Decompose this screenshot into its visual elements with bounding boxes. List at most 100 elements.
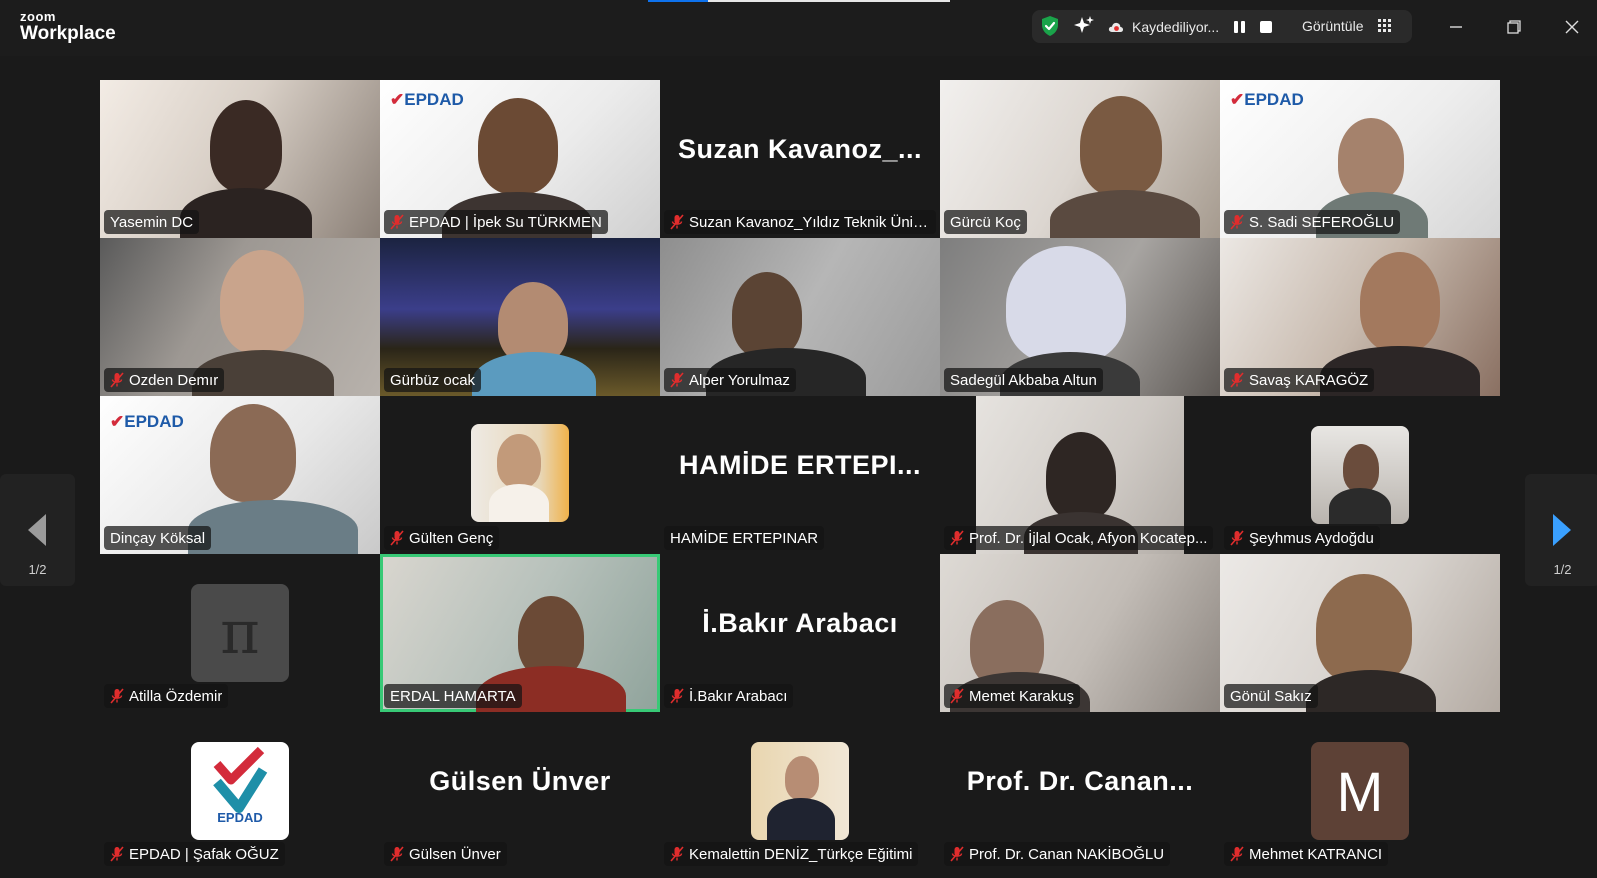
- chevron-left-icon: [28, 514, 46, 546]
- video-tile[interactable]: Gülten Genç: [380, 396, 660, 554]
- video-tile[interactable]: ✔EPDAD S. Sadi SEFEROĞLU: [1220, 80, 1500, 238]
- video-tile[interactable]: Gönül Sakız: [1220, 554, 1500, 712]
- shield-check-icon[interactable]: [1039, 15, 1061, 37]
- muted-mic-icon: [110, 688, 124, 704]
- video-tile[interactable]: Şeyhmus Aydoğdu: [1220, 396, 1500, 554]
- participant-name-tag: EPDAD | Şafak OĞUZ: [104, 842, 285, 866]
- next-page-button[interactable]: 1/2: [1525, 474, 1597, 586]
- participant-name-tag: Prof. Dr. İjlal Ocak, Afyon Kocatep...: [944, 526, 1214, 550]
- participant-name-tag: Mehmet KATRANCI: [1224, 842, 1389, 866]
- participant-avatar: [1311, 426, 1409, 524]
- epdad-logo-text: EPDAD: [217, 810, 263, 825]
- epdad-check-icon: [213, 746, 268, 813]
- participant-name-tag: Prof. Dr. Canan NAKİBOĞLU: [944, 842, 1171, 866]
- muted-mic-icon: [670, 214, 684, 230]
- participant-display-name: Suzan Kavanoz_...: [677, 134, 923, 164]
- video-tile[interactable]: π Atilla Özdemir: [100, 554, 380, 712]
- muted-mic-icon: [1230, 530, 1244, 546]
- video-tile[interactable]: Gürbüz ocak: [380, 238, 660, 396]
- video-tile[interactable]: Prof. Dr. İjlal Ocak, Afyon Kocatep...: [940, 396, 1220, 554]
- close-icon[interactable]: [1559, 14, 1585, 40]
- participant-name: Gülten Genç: [409, 529, 494, 547]
- ai-sparkle-icon[interactable]: [1072, 14, 1096, 38]
- video-tile[interactable]: Gürcü Koç: [940, 80, 1220, 238]
- participant-name-tag: Gönül Sakız: [1224, 684, 1318, 708]
- video-tile[interactable]: Prof. Dr. Canan... Prof. Dr. Canan NAKİB…: [940, 712, 1220, 870]
- participant-name-tag: Gülten Genç: [384, 526, 500, 550]
- participant-name: Memet Karakuş: [969, 687, 1075, 705]
- participant-name-tag: S. Sadi SEFEROĞLU: [1224, 210, 1401, 234]
- recording-status-text[interactable]: Kaydediliyor...: [1132, 19, 1219, 35]
- video-tile[interactable]: Sadegül Akbaba Altun: [940, 238, 1220, 396]
- epdad-logo: ✔EPDAD: [110, 412, 184, 431]
- participant-avatar: [751, 742, 849, 840]
- participant-name-tag: Dinçay Köksal: [104, 526, 212, 550]
- participant-name: HAMİDE ERTEPINAR: [670, 529, 819, 547]
- epdad-logo-avatar: EPDAD: [191, 742, 289, 840]
- brand-bottom: Workplace: [20, 23, 116, 44]
- muted-mic-icon: [390, 214, 404, 230]
- participant-avatar: [471, 424, 569, 522]
- muted-mic-icon: [1230, 846, 1244, 862]
- participant-name: Gülsen Ünver: [409, 845, 501, 863]
- video-tile-active-speaker[interactable]: ERDAL HAMARTA: [380, 554, 660, 712]
- page-indicator-left: 1/2: [28, 562, 47, 577]
- initial-avatar: M: [1311, 742, 1409, 840]
- participant-name: S. Sadi SEFEROĞLU: [1249, 213, 1395, 231]
- video-tile[interactable]: Ozden Demır: [100, 238, 380, 396]
- participant-name: Ozden Demır: [129, 371, 219, 389]
- participant-name: Gönül Sakız: [1230, 687, 1312, 705]
- participant-name-tag: EPDAD | İpek Su TÜRKMEN: [384, 210, 608, 234]
- participant-name: Savaş KARAGÖZ: [1249, 371, 1369, 389]
- brand-top: zoom: [20, 9, 56, 24]
- video-tile[interactable]: M Mehmet KATRANCI: [1220, 712, 1500, 870]
- participant-name: ERDAL HAMARTA: [390, 687, 516, 705]
- participant-name: Suzan Kavanoz_Yıldız Teknik Üniv...: [689, 213, 930, 231]
- epdad-logo: ✔EPDAD: [1230, 90, 1304, 109]
- grid-view-icon[interactable]: [1378, 19, 1391, 32]
- video-tile[interactable]: Kemalettin DENİZ_Türkçe Eğitimi: [660, 712, 940, 870]
- participant-name-tag: Ozden Demır: [104, 368, 225, 392]
- participant-name: Gürcü Koç: [950, 213, 1021, 231]
- muted-mic-icon: [670, 688, 684, 704]
- video-tile[interactable]: ✔EPDAD Dinçay Köksal: [100, 396, 380, 554]
- participant-name: Yasemin DC: [110, 213, 194, 231]
- muted-mic-icon: [1230, 372, 1244, 388]
- previous-page-button[interactable]: 1/2: [0, 474, 75, 586]
- view-menu-label[interactable]: Görüntüle: [1302, 18, 1363, 34]
- epdad-logo: ✔EPDAD: [390, 90, 464, 109]
- restore-icon[interactable]: [1500, 14, 1526, 40]
- video-tile[interactable]: Gülsen Ünver Gülsen Ünver: [380, 712, 660, 870]
- chevron-right-icon: [1553, 514, 1571, 546]
- muted-mic-icon: [670, 846, 684, 862]
- pause-icon[interactable]: [1234, 21, 1245, 33]
- participant-name: Alper Yorulmaz: [689, 371, 790, 389]
- participant-name: EPDAD | Şafak OĞUZ: [129, 845, 279, 863]
- muted-mic-icon: [390, 530, 404, 546]
- video-tile[interactable]: Alper Yorulmaz: [660, 238, 940, 396]
- title-bar: zoom Workplace Kaydediliyor... Görüntüle: [0, 0, 1597, 56]
- video-tile[interactable]: Yasemin DC: [100, 80, 380, 238]
- muted-mic-icon: [950, 688, 964, 704]
- video-tile[interactable]: Savaş KARAGÖZ: [1220, 238, 1500, 396]
- participant-name: Prof. Dr. İjlal Ocak, Afyon Kocatep...: [969, 529, 1208, 547]
- participant-name-tag: Memet Karakuş: [944, 684, 1081, 708]
- video-tile[interactable]: ✔EPDAD EPDAD | İpek Su TÜRKMEN: [380, 80, 660, 238]
- muted-mic-icon: [390, 846, 404, 862]
- participant-name-tag: Savaş KARAGÖZ: [1224, 368, 1375, 392]
- muted-mic-icon: [110, 372, 124, 388]
- participant-name-tag: Sadegül Akbaba Altun: [944, 368, 1103, 392]
- video-tile[interactable]: İ.Bakır Arabacı İ.Bakır Arabacı: [660, 554, 940, 712]
- page-indicator-right: 1/2: [1553, 562, 1572, 577]
- participant-display-name: İ.Bakır Arabacı: [702, 608, 898, 638]
- participant-name-tag: ERDAL HAMARTA: [384, 684, 522, 708]
- video-tile[interactable]: HAMİDE ERTEPI... HAMİDE ERTEPINAR: [660, 396, 940, 554]
- video-tile[interactable]: EPDAD EPDAD | Şafak OĞUZ: [100, 712, 380, 870]
- participant-display-name: HAMİDE ERTEPI...: [678, 450, 922, 480]
- video-tile[interactable]: Suzan Kavanoz_... Suzan Kavanoz_Yıldız T…: [660, 80, 940, 238]
- gallery-view: 1/2 1/2 Yasemin DC ✔EPDAD EPDAD | İpek S…: [0, 56, 1597, 878]
- stop-icon[interactable]: [1260, 21, 1272, 33]
- minimize-icon[interactable]: [1443, 14, 1469, 40]
- video-tile[interactable]: Memet Karakuş: [940, 554, 1220, 712]
- participant-display-name: Gülsen Ünver: [429, 766, 611, 796]
